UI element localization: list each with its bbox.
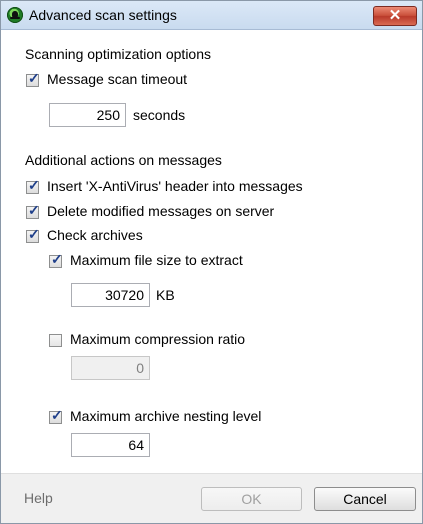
- check-archives-label: Check archives: [47, 227, 143, 243]
- help-link[interactable]: Help: [24, 490, 53, 506]
- title-bar[interactable]: Advanced scan settings ✕: [1, 1, 422, 30]
- advanced-scan-settings-dialog: Advanced scan settings ✕ Scanning optimi…: [0, 0, 423, 524]
- maximum-file-size-label: Maximum file size to extract: [70, 252, 243, 268]
- settings-content: Scanning optimization options Message sc…: [1, 30, 422, 473]
- close-button[interactable]: ✕: [373, 6, 417, 26]
- window-title: Advanced scan settings: [29, 7, 177, 23]
- delete-modified-checkbox[interactable]: [26, 202, 40, 219]
- maximum-file-size-checkbox[interactable]: [49, 251, 63, 268]
- antivirus-bug-icon: [7, 7, 23, 23]
- section-heading-scanning-optimization: Scanning optimization options: [25, 46, 212, 62]
- maximum-archive-nesting-checkbox[interactable]: [49, 407, 63, 424]
- section-heading-additional-actions: Additional actions on messages: [25, 152, 222, 168]
- message-scan-timeout-input[interactable]: 250: [49, 103, 126, 127]
- maximum-compression-ratio-input: 0: [71, 356, 150, 380]
- dialog-footer: Help OK Cancel: [1, 473, 422, 523]
- cancel-button[interactable]: Cancel: [314, 487, 416, 511]
- ok-button: OK: [201, 487, 302, 511]
- message-scan-timeout-checkbox[interactable]: [26, 70, 40, 87]
- insert-header-label: Insert 'X-AntiVirus' header into message…: [47, 178, 303, 194]
- check-archives-checkbox[interactable]: [26, 226, 40, 243]
- maximum-archive-nesting-input[interactable]: 64: [71, 433, 150, 457]
- message-scan-timeout-unit: seconds: [133, 107, 186, 123]
- insert-header-checkbox[interactable]: [26, 177, 40, 194]
- delete-modified-label: Delete modified messages on server: [47, 203, 275, 219]
- message-scan-timeout-label: Message scan timeout: [47, 71, 188, 87]
- maximum-compression-ratio-label: Maximum compression ratio: [70, 331, 246, 347]
- maximum-file-size-input[interactable]: 30720: [71, 283, 150, 307]
- maximum-file-size-unit: KB: [156, 287, 175, 303]
- maximum-archive-nesting-label: Maximum archive nesting level: [70, 408, 262, 424]
- maximum-compression-ratio-checkbox[interactable]: [49, 334, 62, 347]
